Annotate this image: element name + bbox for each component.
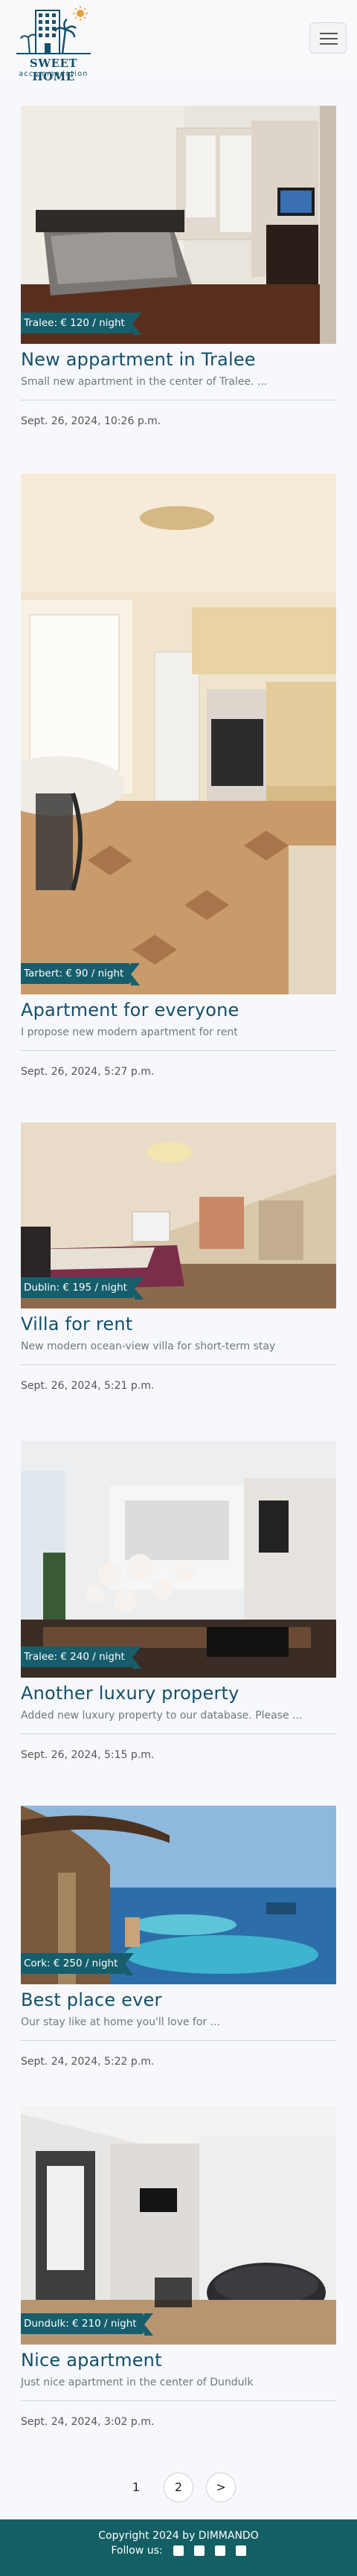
price-badge: Tarbert: € 90 / night: [21, 963, 141, 985]
listing-photo[interactable]: Tralee: € 240 / night: [21, 1441, 336, 1678]
divider: [21, 1733, 336, 1734]
social-links: Follow us:: [0, 2545, 357, 2557]
logo-subtitle: accommodation: [19, 70, 89, 78]
divider: [21, 1364, 336, 1365]
listing-card[interactable]: Dublin: € 195 / night Villa for rent New…: [21, 1122, 336, 1392]
listing-date: Sept. 26, 2024, 10:26 p.m.: [21, 415, 161, 427]
listing-title[interactable]: New appartment in Tralee: [21, 348, 336, 371]
listing-photo[interactable]: Dublin: € 195 / night: [21, 1122, 336, 1308]
price-badge: Tralee: € 240 / night: [21, 1646, 141, 1669]
listing-photo[interactable]: Dundulk: € 210 / night: [21, 2106, 336, 2345]
hamburger-icon: [320, 33, 338, 34]
listing-card[interactable]: Dundulk: € 210 / night Nice apartment Ju…: [21, 2106, 336, 2428]
listing-date: Sept. 24, 2024, 3:02 p.m.: [21, 2416, 155, 2428]
listing-title[interactable]: Apartment for everyone: [21, 998, 336, 1022]
price-badge: Cork: € 250 / night: [21, 1953, 135, 1975]
listing-photo[interactable]: Tralee: € 120 / night: [21, 106, 336, 344]
twitter-icon[interactable]: [193, 2545, 205, 2556]
site-header: SWEET HOME accommodation: [0, 0, 357, 83]
listing-card[interactable]: Tarbert: € 90 / night Apartment for ever…: [21, 473, 336, 1078]
listing-date: Sept. 26, 2024, 5:21 p.m.: [21, 1380, 155, 1392]
site-footer: Copyright 2024 by DIMMANDO Follow us:: [0, 2519, 357, 2576]
instagram-icon[interactable]: [214, 2545, 225, 2556]
next-page-button[interactable]: >: [206, 2473, 237, 2502]
listing-description: Our stay like at home you'll love for ..…: [21, 2016, 220, 2028]
listing-card[interactable]: Tralee: € 120 / night New appartment in …: [21, 106, 336, 427]
menu-toggle-button[interactable]: [309, 22, 347, 54]
listing-description: New modern ocean-view villa for short-te…: [21, 1340, 276, 1352]
divider: [21, 2040, 336, 2041]
follow-label: Follow us:: [111, 2545, 163, 2557]
listing-card[interactable]: Tralee: € 240 / night Another luxury pro…: [21, 1441, 336, 1761]
facebook-icon[interactable]: [173, 2545, 184, 2556]
divider: [21, 2400, 336, 2401]
listing-title[interactable]: Best place ever: [21, 1988, 336, 2012]
price-badge: Dundulk: € 210 / night: [21, 2313, 153, 2336]
listing-date: Sept. 26, 2024, 5:15 p.m.: [21, 1749, 155, 1761]
listing-date: Sept. 24, 2024, 5:22 p.m.: [21, 2056, 155, 2068]
listing-description: I propose new modern apartment for rent: [21, 1026, 238, 1038]
listing-card[interactable]: Cork: € 250 / night Best place ever Our …: [21, 1806, 336, 2068]
listing-description: Just nice apartment in the center of Dun…: [21, 2377, 254, 2388]
listing-date: Sept. 26, 2024, 5:27 p.m.: [21, 1066, 155, 1078]
listing-title[interactable]: Nice apartment: [21, 2348, 336, 2372]
listing-title[interactable]: Villa for rent: [21, 1312, 336, 1336]
price-badge: Tralee: € 120 / night: [21, 313, 141, 335]
pagination: 1 2 >: [0, 2473, 357, 2502]
page-1-button[interactable]: 1: [121, 2473, 151, 2502]
youtube-icon[interactable]: [235, 2545, 246, 2556]
divider: [21, 1050, 336, 1051]
listing-description: Added new luxury property to our databas…: [21, 1710, 303, 1722]
price-badge: Dublin: € 195 / night: [21, 1277, 144, 1300]
page-2-button[interactable]: 2: [164, 2473, 193, 2502]
building-logo-icon: [16, 6, 91, 54]
site-logo[interactable]: SWEET HOME accommodation: [9, 4, 98, 83]
listing-photo[interactable]: Cork: € 250 / night: [21, 1806, 336, 1984]
listing-title[interactable]: Another luxury property: [21, 1681, 336, 1705]
copyright-text: Copyright 2024 by DIMMANDO: [98, 2530, 259, 2542]
listing-description: Small new apartment in the center of Tra…: [21, 376, 268, 388]
listing-photo[interactable]: Tarbert: € 90 / night: [21, 473, 336, 994]
